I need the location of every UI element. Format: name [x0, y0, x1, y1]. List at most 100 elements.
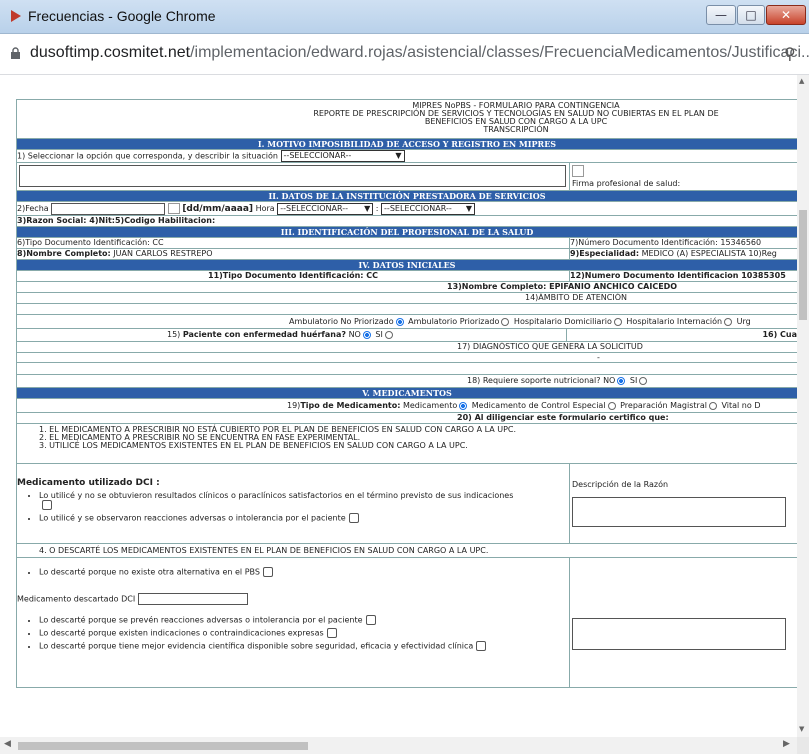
- descartado-option-1: Lo descarté porque no existe otra altern…: [39, 567, 569, 577]
- zoom-icon[interactable]: ⚲: [784, 44, 796, 63]
- mipres-form: MIPRES NoPBS - FORMULARIO PARA CONTINGEN…: [16, 99, 797, 688]
- ambito-radio-2[interactable]: [501, 317, 510, 326]
- descartado-checkbox-3[interactable]: [326, 628, 337, 638]
- section-4-title: IV. DATOS INICIALES: [16, 260, 797, 271]
- profesional-numero-doc: 7)Número Documento Identificación: 15346…: [570, 238, 762, 247]
- q15-number: 15): [167, 330, 181, 339]
- ambito-radio-3[interactable]: [613, 317, 622, 326]
- certifications: 1. EL MEDICAMENTO A PRESCRIBIR NO ESTÁ C…: [16, 424, 797, 464]
- ambito-opt-label-3: Hospitalario Domiciliario: [513, 317, 612, 326]
- q19-radio-3[interactable]: [708, 401, 717, 410]
- paciente-tipo-doc: 11)Tipo Documento Identificación: CC: [17, 271, 570, 281]
- section-1-input-row: Firma profesional de salud:: [16, 163, 797, 191]
- descartado-checkbox-2[interactable]: [365, 615, 376, 625]
- situation-select[interactable]: --SELECCIONAR-- ▼: [280, 150, 405, 162]
- ambito-opt-label-4: Hospitalario Internación: [626, 317, 723, 326]
- hora-select[interactable]: --SELECCIONAR-- ▼: [277, 202, 374, 215]
- calendar-icon[interactable]: [167, 203, 180, 214]
- minimize-button[interactable]: —: [706, 5, 736, 25]
- med-descartado-input[interactable]: [137, 593, 248, 605]
- q19-opt-label-2: Medicamento de Control Especial: [471, 401, 606, 410]
- q19-opt-label-1: Medicamento: [402, 401, 458, 410]
- section-1-prompt-row: 1) Seleccionar la opción que corresponda…: [16, 150, 797, 163]
- vertical-scrollbar[interactable]: ▲ ▼: [797, 75, 809, 737]
- ambito-title: 14)ÁMBITO DE ATENCIÓN: [16, 293, 797, 304]
- q15-si-label: SI: [375, 330, 383, 339]
- situation-textarea[interactable]: [19, 165, 566, 187]
- utilizado-checkbox-2[interactable]: [348, 513, 359, 523]
- profesional-tipo-doc: 6)Tipo Documento Identificación: CC: [17, 238, 570, 248]
- profesional-nombre-row: 8)Nombre Completo: JUAN CARLOS RESTREPO …: [16, 249, 797, 260]
- q18-no-radio[interactable]: [617, 376, 626, 385]
- q18-si-label: SI: [629, 376, 638, 385]
- cert-3: 3. UTILICÉ LOS MEDICAMENTOS EXISTENTES E…: [39, 441, 468, 450]
- q19-radio-1[interactable]: [459, 401, 468, 410]
- q15-si-radio[interactable]: [384, 330, 393, 339]
- q19-label: Tipo de Medicamento:: [300, 401, 401, 410]
- header-line-4: TRANSCRIPCIÓN: [483, 125, 549, 134]
- huerfana-row: 15) Paciente con enfermedad huérfana? NO…: [16, 329, 797, 342]
- medicamento-utilizado-block: Medicamento utilizado DCI : Lo utilicé y…: [16, 464, 797, 544]
- page-viewport: MIPRES NoPBS - FORMULARIO PARA CONTINGEN…: [0, 75, 797, 737]
- scrollbar-corner: [797, 737, 809, 754]
- scroll-up-icon[interactable]: ▲: [799, 77, 804, 85]
- q15-label: Paciente con enfermedad huérfana?: [182, 330, 347, 339]
- url-text[interactable]: dusoftimp.cosmitet.net/implementacion/ed…: [30, 44, 809, 62]
- scroll-right-icon[interactable]: ▶: [783, 739, 790, 749]
- q17-value: -: [16, 353, 797, 363]
- utilizado-option-1: Lo utilicé y no se obtuvieron resultados…: [39, 491, 569, 510]
- q15-no-radio[interactable]: [362, 330, 371, 339]
- app-icon: [11, 10, 21, 22]
- q20-label: 20) Al diligenciar este formulario certi…: [16, 413, 797, 424]
- address-bar[interactable]: dusoftimp.cosmitet.net/implementacion/ed…: [0, 34, 809, 75]
- especialidad-label: 9)Especialidad:: [570, 249, 640, 258]
- hora-separator: :: [375, 204, 379, 213]
- section-2-title: II. DATOS DE LA INSTITUCIÓN PRESTADORA D…: [16, 191, 797, 202]
- descartado-option-2: Lo descarté porque se prevén reacciones …: [39, 615, 569, 625]
- situation-textarea-cell: [17, 163, 570, 190]
- q18-si-radio[interactable]: [639, 376, 648, 385]
- horizontal-scroll-thumb[interactable]: [18, 742, 308, 750]
- descartado-option-3: Lo descarté porque existen indicaciones …: [39, 628, 569, 638]
- descartado-checkbox-1[interactable]: [262, 567, 273, 577]
- utilizado-option-2: Lo utilicé y se observaron reacciones ad…: [39, 513, 569, 523]
- ambito-radio-4[interactable]: [724, 317, 733, 326]
- med-dci-label: Medicamento utilizado DCI :: [17, 478, 160, 488]
- section-5-title: V. MEDICAMENTOS: [16, 388, 797, 399]
- descartado-checkbox-4[interactable]: [476, 641, 487, 651]
- q15-no-label: NO: [348, 330, 361, 339]
- q19-radio-2[interactable]: [607, 401, 616, 410]
- utilizado-checkbox-1[interactable]: [42, 500, 52, 510]
- paciente-doc-row: 11)Tipo Documento Identificación: CC 12)…: [16, 271, 797, 282]
- section-3-title: III. IDENTIFICACIÓN DEL PROFESIONAL DE L…: [16, 227, 797, 238]
- desc-razon-label: Descripción de la Razón: [572, 480, 669, 489]
- descartado-option-4: Lo descarté porque tiene mejor evidencia…: [39, 641, 569, 651]
- vertical-scroll-thumb[interactable]: [799, 210, 807, 320]
- paciente-numero-doc: 12)Numero Documento Identificacion 10385…: [570, 271, 786, 280]
- scroll-down-icon[interactable]: ▼: [799, 725, 804, 733]
- q18-no-label: NO: [603, 376, 616, 385]
- section-1-prompt: 1) Seleccionar la opción que corresponda…: [17, 151, 278, 161]
- hora-label: Hora: [255, 204, 275, 213]
- q18-label: 18) Requiere soporte nutricional?: [467, 376, 601, 385]
- med-descartado-row: Medicamento descartado DCI: [17, 593, 569, 605]
- date-format-hint: [dd/mm/aaaa]: [182, 204, 254, 214]
- desc-razon-input[interactable]: [572, 497, 786, 527]
- firma-cell: Firma profesional de salud:: [570, 163, 680, 190]
- q19-opt-label-4: Vital no D: [721, 401, 761, 410]
- maximize-button[interactable]: □: [737, 5, 765, 25]
- close-button[interactable]: ✕: [766, 5, 806, 25]
- descartado-razon-input[interactable]: [572, 618, 786, 650]
- tipo-medicamento-row: 19)Tipo de Medicamento: Medicamento Medi…: [16, 399, 797, 413]
- ambito-opt-label-2: Ambulatorio Priorizado: [408, 317, 500, 326]
- ambito-radio-1[interactable]: [395, 317, 404, 326]
- horizontal-scrollbar[interactable]: ◀ ▶: [0, 737, 797, 754]
- firma-label: Firma profesional de salud:: [572, 179, 681, 188]
- q17-label: 17) DIAGNÓSTICO QUE GENERA LA SOLICITUD: [16, 342, 797, 353]
- scroll-left-icon[interactable]: ◀: [4, 739, 11, 749]
- fecha-label: 2)Fecha: [17, 204, 49, 213]
- q19-number: 19): [287, 401, 301, 410]
- q16-label: 16) Cua: [762, 330, 797, 339]
- minuto-select[interactable]: --SELECCIONAR-- ▼: [381, 202, 476, 215]
- fecha-input[interactable]: [51, 202, 166, 215]
